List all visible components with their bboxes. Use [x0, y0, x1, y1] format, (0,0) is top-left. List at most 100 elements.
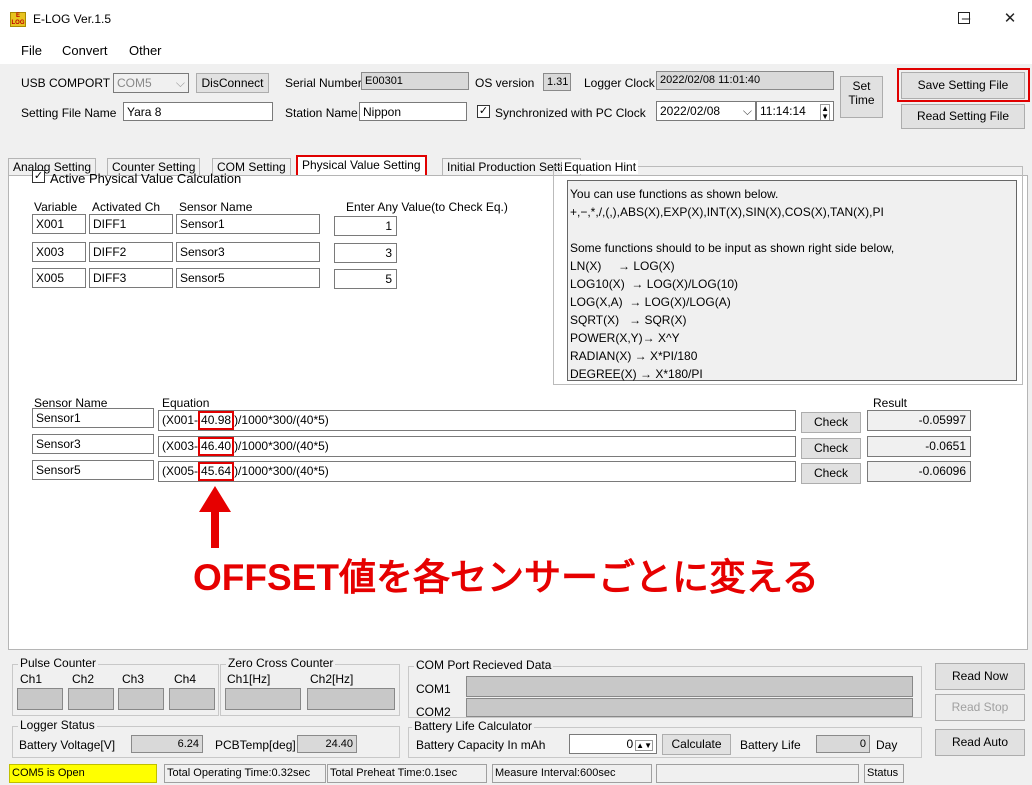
setting-file-name-input[interactable]: Yara 8 [123, 102, 273, 121]
capacity-label: Battery Capacity In mAh [416, 738, 546, 752]
pulse-ch4-value [169, 688, 215, 710]
usb-comport-select[interactable]: COM5 ⌵ [113, 73, 189, 93]
zero-ch2-value [307, 688, 395, 710]
logger-status-title: Logger Status [18, 718, 97, 732]
usb-comport-label: USB COMPORT [21, 76, 111, 90]
os-version-label: OS version [475, 76, 535, 90]
app-window: E LOG E-LOG Ver.1.5 – ✕ File Convert Othe… [0, 0, 1032, 785]
save-setting-file-button[interactable]: Save Setting File [901, 72, 1025, 99]
activated-ch-cell: DIFF1 [89, 214, 173, 234]
com2-data [466, 698, 913, 717]
active-physical-label: Active Physical Value Calculation [50, 171, 242, 186]
check-button[interactable]: Check [801, 438, 861, 459]
read-now-button[interactable]: Read Now [935, 663, 1025, 690]
status-label: Status [864, 764, 904, 783]
com1-label: COM1 [416, 682, 451, 696]
close-button[interactable]: ✕ [996, 8, 1024, 30]
sync-pc-clock-label: Synchronized with PC Clock [495, 106, 646, 120]
calculate-button[interactable]: Calculate [662, 734, 731, 755]
check-button[interactable]: Check [801, 412, 861, 433]
equation-hint-title: Equation Hint [562, 160, 639, 174]
variable-cell: X001 [32, 214, 86, 234]
equation-prefix: (X003- [162, 439, 199, 453]
serial-number-label: Serial Number [285, 76, 362, 90]
logger-clock-label: Logger Clock [584, 76, 655, 90]
sync-time-spinner[interactable]: 11:14:14 ▲ ▼ [756, 101, 834, 121]
col-sensor-name: Sensor Name [179, 200, 253, 214]
logger-clock-field: 2022/02/08 11:01:40 [656, 71, 834, 90]
equation-suffix: )/1000*300/(40*5) [234, 439, 329, 453]
set-time-button[interactable]: Set Time [840, 76, 883, 118]
equation-hint-text: You can use functions as shown below. +,… [567, 180, 1017, 381]
sensor-name-input[interactable]: Sensor3 [176, 242, 320, 262]
test-value-input[interactable]: 5 [334, 269, 397, 289]
pulse-ch-label: Ch3 [122, 672, 145, 686]
equation-input[interactable]: (X001- 40.98)/1000*300/(40*5) [158, 410, 796, 431]
battery-life-label: Battery Life [740, 738, 801, 752]
battery-life-value: 0 [816, 735, 870, 753]
equation-prefix: (X005- [162, 464, 199, 478]
check-button[interactable]: Check [801, 463, 861, 484]
result-field: -0.05997 [867, 410, 971, 431]
zero-ch1-value [225, 688, 301, 710]
status-progress [656, 764, 859, 783]
annotation-arrow-icon [199, 486, 231, 548]
test-value-input[interactable]: 3 [334, 243, 397, 263]
read-setting-file-button[interactable]: Read Setting File [901, 104, 1025, 129]
status-operating-time: Total Operating Time:0.32sec [164, 764, 326, 783]
sync-date-picker[interactable]: 2022/02/08 ⌵ [656, 101, 756, 121]
result-field: -0.0651 [867, 436, 971, 457]
day-label: Day [876, 738, 898, 752]
pulse-ch-label: Ch1 [20, 672, 43, 686]
chevron-down-icon: ⌵ [742, 104, 752, 118]
app-logo-icon: E LOG [10, 12, 26, 27]
setting-file-name-label: Setting File Name [21, 106, 117, 120]
menu-convert[interactable]: Convert [62, 43, 108, 58]
read-stop-button[interactable]: Read Stop [935, 694, 1025, 721]
sync-pc-clock-checkbox[interactable]: ✓ [477, 105, 490, 118]
pulse-ch3-value [118, 688, 164, 710]
menu-other[interactable]: Other [129, 43, 162, 58]
sync-time-value: 11:14:14 [760, 104, 806, 118]
disconnect-button[interactable]: DisConnect [196, 73, 269, 93]
capacity-input[interactable]: 0 ▲▼ [569, 734, 657, 754]
chevron-down-icon: ⌵ [175, 76, 185, 90]
pulse-ch2-value [68, 688, 114, 710]
variable-cell: X003 [32, 242, 86, 262]
eq-sensor-cell: Sensor3 [32, 434, 154, 454]
zero-ch-label: Ch1[Hz] [227, 672, 271, 686]
pulse-counter-title: Pulse Counter [18, 656, 99, 670]
eq-col-result: Result [873, 396, 908, 410]
offset-annotation: OFFSET値を各センサーごとに変える [193, 557, 819, 598]
sensor-name-input[interactable]: Sensor5 [176, 268, 320, 288]
activated-ch-cell: DIFF2 [89, 242, 173, 262]
pulse-ch1-value [17, 688, 63, 710]
test-value-input[interactable]: 1 [334, 216, 397, 236]
read-auto-button[interactable]: Read Auto [935, 729, 1025, 756]
offset-value: 46.40 [198, 437, 235, 456]
battery-life-title: Battery Life Calculator [412, 719, 535, 733]
spinner-icon: ▲▼ [820, 104, 830, 121]
offset-value: 45.64 [198, 462, 235, 481]
com-received-title: COM Port Recieved Data [414, 658, 554, 672]
offset-value: 40.98 [198, 411, 235, 430]
menu-file[interactable]: File [21, 43, 42, 58]
col-variable: Variable [34, 200, 78, 214]
zero-ch-label: Ch2[Hz] [310, 672, 354, 686]
com2-label: COM2 [416, 705, 451, 719]
serial-number-field: E00301 [361, 72, 469, 90]
active-physical-checkbox[interactable]: ✓ [32, 170, 45, 183]
station-name-input[interactable]: Nippon [359, 102, 467, 121]
sensor-name-input[interactable]: Sensor1 [176, 214, 320, 234]
status-preheat-time: Total Preheat Time:0.1sec [327, 764, 487, 783]
equation-input[interactable]: (X003- 46.40)/1000*300/(40*5) [158, 436, 796, 457]
result-field: -0.06096 [867, 461, 971, 482]
save-setting-file-label: Save Setting File [917, 78, 1009, 92]
col-enter-value: Enter Any Value(to Check Eq.) [346, 200, 508, 214]
tab-physical-value-setting[interactable]: Physical Value Setting [296, 155, 427, 176]
variable-cell: X005 [32, 268, 86, 288]
capacity-value: 0 [626, 737, 634, 751]
equation-input[interactable]: (X005- 45.64)/1000*300/(40*5) [158, 461, 796, 482]
os-version-field: 1.31 [543, 73, 571, 91]
zero-cross-title: Zero Cross Counter [226, 656, 336, 670]
